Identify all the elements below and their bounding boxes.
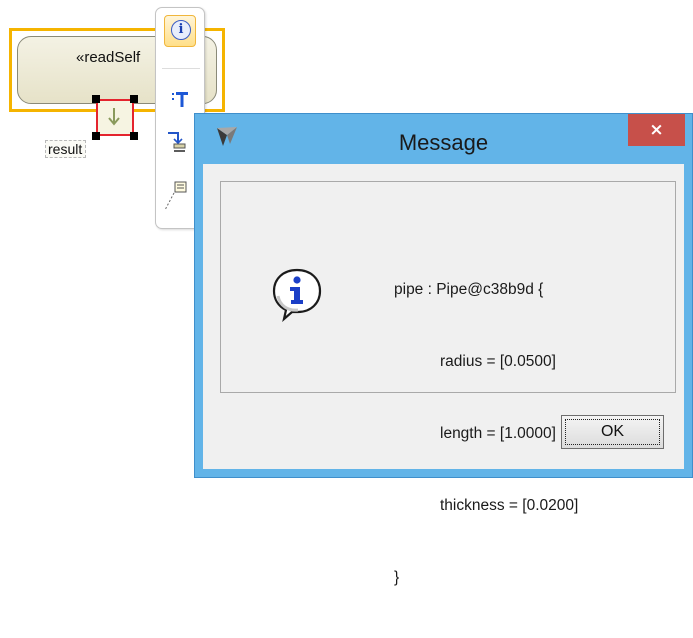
pin-name-label[interactable]: result: [45, 140, 87, 158]
message-dialog: Message × pipe : Pipe@c38b9d { radius = …: [194, 113, 693, 586]
message-line: length = [1.0000]: [440, 425, 556, 442]
action-stereotype-label: «readSelf: [76, 49, 141, 66]
text-icon: [170, 92, 190, 112]
selection-handle-bottom-right[interactable]: [130, 132, 138, 140]
text-button[interactable]: [164, 84, 196, 114]
message-line: radius = [0.0500]: [440, 353, 556, 370]
close-button[interactable]: ×: [628, 114, 685, 146]
info-icon: i: [171, 20, 191, 40]
message-panel: pipe : Pipe@c38b9d { radius = [0.0500] l…: [220, 181, 676, 586]
control-flow-button[interactable]: [164, 130, 196, 160]
ok-button[interactable]: OK: [561, 415, 664, 449]
message-text: pipe : Pipe@c38b9d { radius = [0.0500] l…: [394, 230, 578, 638]
message-line: pipe : Pipe@c38b9d {: [394, 281, 544, 298]
information-icon: [272, 268, 322, 322]
note-icon: [164, 181, 187, 211]
info-button[interactable]: i: [164, 15, 196, 47]
selection-handle-bottom-left[interactable]: [92, 132, 100, 140]
output-pin[interactable]: [96, 99, 134, 136]
ok-button-label: OK: [600, 423, 625, 440]
toolbar-divider: [162, 68, 200, 69]
pin-arrow-icon: [107, 106, 121, 128]
dialog-content: pipe : Pipe@c38b9d { radius = [0.0500] l…: [203, 164, 684, 586]
control-flow-icon: [168, 132, 186, 152]
selection-handle-top-left[interactable]: [92, 95, 100, 103]
message-line: }: [394, 569, 400, 586]
note-button[interactable]: [164, 180, 196, 211]
dialog-title-bar[interactable]: Message ×: [195, 114, 692, 164]
dialog-title: Message: [398, 130, 489, 155]
message-line: thickness = [0.0200]: [440, 497, 579, 514]
pin-arrow-icon-shape: [108, 108, 120, 126]
selection-handle-top-right[interactable]: [130, 95, 138, 103]
